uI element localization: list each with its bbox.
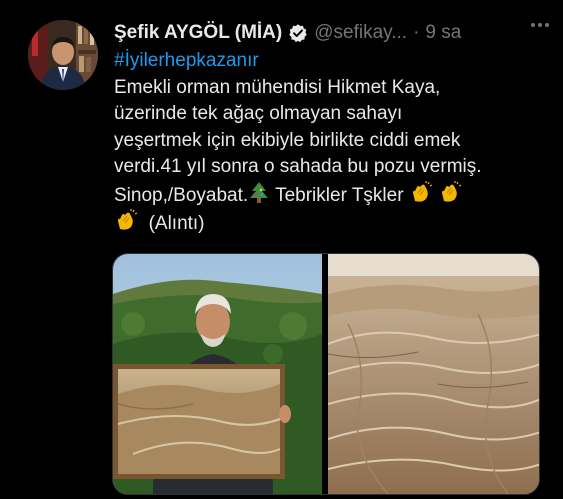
source-note: (Alıntı) bbox=[148, 213, 205, 234]
location-text: Sinop,/Boyabat. bbox=[114, 184, 249, 206]
verified-badge-icon bbox=[289, 24, 307, 43]
media-photo-left[interactable] bbox=[113, 254, 324, 494]
avatar-photo bbox=[28, 20, 98, 90]
avatar[interactable] bbox=[28, 20, 98, 90]
photo-man-holding-picture bbox=[113, 254, 322, 494]
author-name[interactable]: Şefik AYGÖL (MİA) bbox=[114, 22, 282, 44]
hashtag-link[interactable]: #İyilerhepkazanır bbox=[114, 48, 544, 75]
tweet-header: Şefik AYGÖL (MİA) @sefikay... · 9 sa bbox=[114, 18, 545, 48]
author-handle[interactable]: @sefikay... bbox=[314, 22, 407, 44]
tweet-text-line-6: Sinop,/Boyabat. Tebrikler Tşkler bbox=[114, 180, 544, 210]
tweet-text-line: verdi.41 yıl sonra o sahada bu pozu verm… bbox=[114, 156, 482, 177]
clapping-hands-emoji bbox=[442, 180, 462, 202]
tweet-timestamp[interactable]: 9 sa bbox=[425, 22, 461, 44]
tweet-text-line-7: (Alıntı) bbox=[114, 209, 544, 238]
clapping-hands-emoji bbox=[412, 180, 433, 202]
tweet-text-line: yeşertmek için ekibiyle birlikte ciddi e… bbox=[114, 129, 461, 151]
more-dots-icon[interactable] bbox=[529, 14, 551, 42]
tweet[interactable]: Şefik AYGÖL (MİA) @sefikay... · 9 sa #İy… bbox=[0, 0, 563, 499]
clapping-hands-emoji bbox=[118, 209, 138, 230]
congrats-text: Tebrikler Tşkler bbox=[275, 184, 404, 206]
separator-dot: · bbox=[413, 22, 420, 43]
tweet-text: #İyilerhepkazanır Emekli orman mühendisi… bbox=[114, 48, 544, 238]
media-photo-right[interactable] bbox=[328, 254, 539, 494]
tweet-text-line: üzerinde tek ağaç olmayan sahayı bbox=[114, 103, 403, 124]
photo-barren-hills bbox=[328, 254, 539, 494]
tweet-media[interactable] bbox=[112, 253, 540, 495]
christmas-tree-emoji bbox=[250, 181, 269, 203]
tweet-text-line: Emekli orman mühendisi Hikmet Kaya, bbox=[114, 76, 441, 98]
